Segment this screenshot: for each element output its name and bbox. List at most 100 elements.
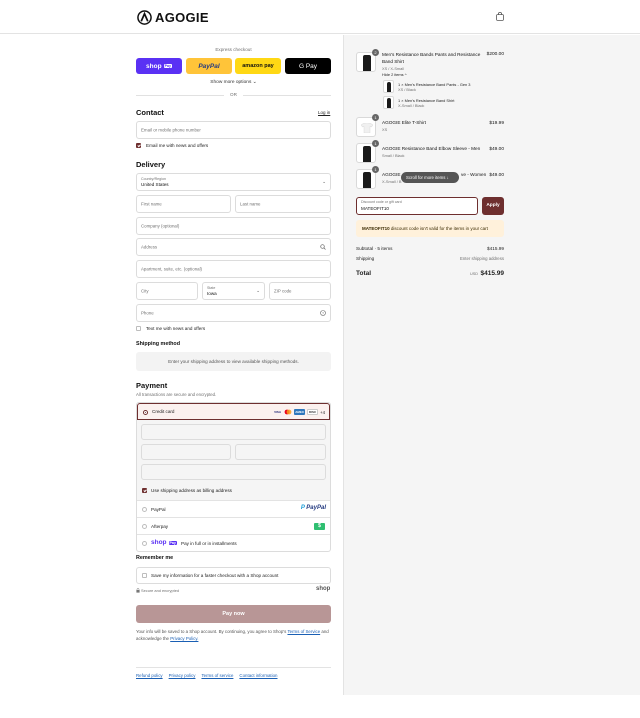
terms-of-service-link[interactable]: Terms of Service	[287, 629, 320, 634]
product-image	[363, 172, 371, 188]
apply-button[interactable]: Apply	[482, 197, 504, 215]
total-value: $415.99	[480, 270, 505, 277]
country-label: Country/Region	[141, 177, 166, 181]
text-news-checkbox[interactable]	[136, 326, 141, 331]
shopping-bag-icon[interactable]	[496, 12, 504, 21]
apartment-field[interactable]: Apartment, suite, etc. (optional)	[136, 260, 331, 278]
product-name: Men's Resistance Bands Pants and Resista…	[382, 52, 482, 65]
address-field[interactable]: Address	[136, 238, 331, 256]
first-name-field[interactable]: First name	[136, 195, 231, 213]
google-pay-button[interactable]: G Pay	[285, 58, 331, 74]
refund-policy-link[interactable]: Refund policy	[136, 673, 163, 678]
subtotal-value: $415.99	[487, 246, 504, 251]
privacy-policy-link[interactable]: Privacy Policy.	[170, 636, 198, 641]
product-name: AGOGIE Resistance Band Elbow Sleeve - Me…	[382, 146, 481, 151]
paypal-radio[interactable]	[142, 507, 147, 512]
bundle-item-image	[387, 98, 391, 108]
quantity-badge: 1	[372, 140, 379, 147]
country-select[interactable]: Country/Region United States ⌄	[136, 173, 331, 191]
zip-placeholder: ZIP code	[274, 288, 292, 294]
product-price: $19.99	[489, 121, 504, 126]
contact-information-link[interactable]: Contact information	[239, 673, 277, 678]
afterpay-option[interactable]: Afterpay $	[137, 517, 330, 534]
help-icon[interactable]: ?	[320, 310, 326, 316]
credit-card-label: Credit card	[152, 409, 175, 414]
shipping-row: Shipping Enter shipping address	[356, 256, 504, 261]
lock-icon	[136, 588, 140, 593]
shop-pay-option[interactable]: shop Pay Pay in full or in installments	[137, 534, 330, 551]
security-code-field[interactable]	[235, 444, 326, 460]
scroll-for-more-tooltip[interactable]: Scroll for more items ↓	[401, 172, 459, 183]
address-placeholder: Address	[141, 244, 158, 250]
brand-logo[interactable]: AGOGIE	[137, 9, 209, 25]
zip-field[interactable]: ZIP code	[269, 282, 331, 300]
email-news-checkbox[interactable]	[136, 143, 141, 148]
product-variant: XS / X-Small	[382, 66, 405, 71]
shipping-method-title: Shipping method	[136, 341, 181, 347]
total-label: Total	[356, 270, 372, 277]
login-link[interactable]: Log in	[318, 110, 330, 115]
credit-card-option[interactable]: Credit card VISA AMEX DISC +4	[137, 403, 330, 420]
quantity-badge: 2	[372, 49, 379, 56]
bundle-item-thumbnail	[383, 80, 394, 93]
last-name-placeholder: Last name	[240, 201, 261, 207]
shop-pay-logo-text: shop	[151, 539, 167, 546]
bundle-item-image	[387, 82, 391, 92]
expiration-field[interactable]	[141, 444, 231, 460]
bundle-item-variant: X-Small / Black	[398, 103, 425, 108]
paypal-p-icon: P	[300, 505, 305, 511]
paypal-button[interactable]: PayPal	[186, 58, 232, 74]
pay-now-button[interactable]: Pay now	[136, 605, 331, 623]
name-on-card-field[interactable]	[141, 464, 326, 480]
google-pay-label: G Pay	[298, 62, 318, 70]
product-name-tail: ve - Women	[461, 172, 487, 177]
card-number-field[interactable]	[141, 424, 326, 440]
warning-code: MATEOFIT10	[362, 226, 390, 231]
company-field[interactable]: Company (optional)	[136, 217, 331, 235]
afterpay-radio[interactable]	[142, 524, 147, 529]
card-logos: VISA AMEX DISC +4	[273, 409, 325, 415]
shop-pay-radio[interactable]	[142, 541, 147, 546]
credit-card-radio[interactable]	[143, 410, 148, 415]
country-value: United States	[141, 182, 169, 187]
paypal-label: PayPal	[198, 62, 220, 70]
product-price: $200.00	[486, 52, 504, 57]
last-name-field[interactable]: Last name	[235, 195, 331, 213]
email-field[interactable]: Email or mobile phone number	[136, 121, 331, 139]
shipping-method-message: Enter your shipping address to view avai…	[136, 352, 331, 371]
more-cards-count: +4	[320, 409, 325, 415]
product-image	[363, 55, 371, 71]
show-more-options-link[interactable]: Show more options ⌄	[136, 80, 331, 85]
state-select[interactable]: State Iowa ⌄	[202, 282, 265, 300]
phone-field[interactable]: Phone ?	[136, 304, 331, 322]
billing-same-checkbox[interactable]	[142, 488, 147, 493]
discount-code-field[interactable]: Discount code or gift card MATEOFIT10	[356, 197, 478, 215]
product-name: AGOGIE Elite T-Shirt	[382, 120, 426, 125]
remember-me-box: Save my information for a faster checkou…	[136, 567, 331, 584]
privacy-policy-footer-link[interactable]: Privacy policy	[169, 673, 196, 678]
amazon-pay-label: amazon pay	[242, 63, 274, 69]
shop-pay-badge: Pay	[163, 64, 172, 68]
currency-label: USD	[469, 272, 478, 276]
terms-of-service-footer-link[interactable]: Terms of service	[201, 673, 233, 678]
footer-divider	[136, 667, 331, 668]
footer-links: Refund policy Privacy policy Terms of se…	[136, 673, 278, 678]
amazon-pay-button[interactable]: amazon pay	[235, 58, 281, 74]
city-field[interactable]: City	[136, 282, 198, 300]
shop-pay-button[interactable]: shop Pay	[136, 58, 182, 74]
amex-icon: AMEX	[294, 409, 306, 415]
card-form: Use shipping address as billing address	[137, 420, 330, 500]
express-checkout-title: Express checkout	[215, 47, 252, 52]
legal-text: Your info will be saved to a Shop accoun…	[136, 628, 331, 642]
hide-items-toggle[interactable]: Hide 2 items ^	[382, 72, 407, 77]
product-price: $49.00	[489, 147, 504, 152]
quantity-badge: 1	[372, 114, 379, 121]
chevron-down-icon: ⌄	[322, 179, 326, 184]
save-info-checkbox[interactable]	[142, 573, 147, 578]
paypal-option[interactable]: PayPal P PayPal	[137, 500, 330, 517]
product-price: $49.00	[489, 173, 504, 178]
phone-placeholder: Phone	[141, 310, 154, 316]
agogie-logo-icon	[137, 9, 152, 25]
shop-pay-label: shop	[146, 62, 162, 70]
shipping-value: Enter shipping address	[460, 256, 504, 261]
